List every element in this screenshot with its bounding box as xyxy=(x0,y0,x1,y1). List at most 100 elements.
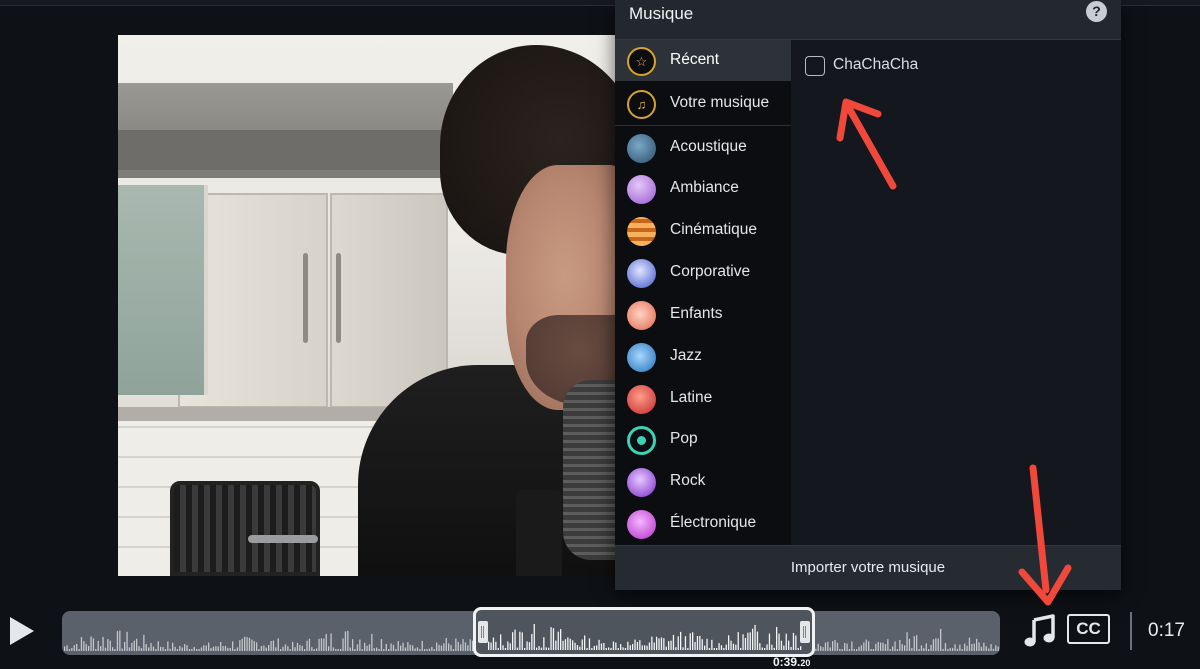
waveform-bar xyxy=(500,634,502,650)
music-note-icon[interactable] xyxy=(1023,612,1057,648)
category-item-latine[interactable]: Latine xyxy=(615,378,791,419)
waveform-bar xyxy=(414,648,416,651)
waveform-bar xyxy=(443,643,445,651)
waveform-bar xyxy=(978,642,980,651)
panel-header: Musique ? xyxy=(615,0,1121,40)
selection-end-handle[interactable] xyxy=(800,621,810,643)
waveform-bar xyxy=(258,649,260,651)
duration-label: 0:17 xyxy=(1148,620,1185,641)
waveform-bar xyxy=(359,639,361,651)
panel-title: Musique xyxy=(629,4,694,23)
waveform-bar xyxy=(956,648,959,651)
waveform-bar xyxy=(744,638,747,650)
waveform-bar xyxy=(402,642,404,651)
category-item-recent[interactable]: ☆ Récent xyxy=(615,40,791,81)
waveform-bar xyxy=(438,644,440,651)
waveform-bar xyxy=(256,642,258,651)
waveform-bar xyxy=(603,643,605,650)
waveform-bar xyxy=(457,641,459,651)
waveform-bar xyxy=(172,642,174,651)
waveform-bar xyxy=(701,639,703,650)
waveform-bar xyxy=(747,632,749,650)
waveform-bar xyxy=(689,633,691,650)
waveform-bar xyxy=(179,645,181,651)
waveform-bar xyxy=(126,631,128,651)
waveform-bar xyxy=(756,631,759,650)
waveform-bar xyxy=(260,646,263,651)
waveform-bar xyxy=(961,649,963,651)
category-item-acoustique[interactable]: Acoustique xyxy=(615,127,791,168)
waveform-bar xyxy=(320,638,323,651)
waveform-bar xyxy=(205,645,207,651)
category-label: Rock xyxy=(670,472,706,489)
waveform-bar xyxy=(658,638,660,650)
category-label: Votre musique xyxy=(670,94,770,111)
waveform-bar xyxy=(136,638,138,651)
category-item-corporative[interactable]: Corporative xyxy=(615,252,791,293)
waveform-bar xyxy=(930,644,932,651)
waveform-bar xyxy=(272,640,275,651)
category-item-rock[interactable]: Rock xyxy=(615,461,791,502)
waveform-bar xyxy=(916,635,918,651)
waveform-bar xyxy=(289,649,291,651)
video-preview[interactable] xyxy=(118,35,618,576)
waveform-bar xyxy=(150,643,152,651)
category-item-jazz[interactable]: Jazz xyxy=(615,336,791,377)
help-icon[interactable]: ? xyxy=(1086,1,1107,22)
track-checkbox[interactable] xyxy=(805,56,825,76)
waveform-bar xyxy=(212,646,215,651)
waveform-bar xyxy=(754,624,756,650)
category-item-pop[interactable]: Pop xyxy=(615,419,791,460)
waveform-bar xyxy=(708,648,711,650)
waveform-bar xyxy=(780,640,783,650)
waveform-bar xyxy=(92,638,95,651)
waveform-bar xyxy=(452,649,455,651)
waveform-bar xyxy=(445,637,447,651)
waveform-bar xyxy=(528,642,531,650)
waveform-bar xyxy=(364,642,366,651)
waveform-bar xyxy=(407,642,409,651)
waveform-bar xyxy=(143,634,145,651)
star-icon: ☆ xyxy=(627,47,656,76)
waveform-bar xyxy=(397,641,399,651)
waveform-bar xyxy=(450,645,452,651)
waveform-bar xyxy=(920,645,923,651)
waveform-bar xyxy=(220,642,222,651)
waveform-bar xyxy=(868,641,870,651)
timeline-selection[interactable] xyxy=(473,607,815,657)
import-music-button[interactable]: Importer votre musique xyxy=(615,545,1121,590)
waveform-bar xyxy=(586,648,588,650)
waveform-bar xyxy=(133,640,135,651)
waveform-bar xyxy=(502,645,504,650)
category-item-ambiance[interactable]: Ambiance xyxy=(615,168,791,209)
category-label: Latine xyxy=(670,389,713,406)
closed-captions-button[interactable]: CC xyxy=(1067,614,1110,644)
waveform-bar xyxy=(188,649,191,651)
waveform-bar xyxy=(253,641,255,651)
waveform-bar xyxy=(827,641,829,651)
waveform-bar xyxy=(342,638,344,651)
category-item-your-music[interactable]: ♫ Votre musique xyxy=(615,83,791,124)
waveform-bar xyxy=(759,643,761,650)
category-item-cinematique[interactable]: Cinématique xyxy=(615,210,791,251)
category-item-enfants[interactable]: Enfants xyxy=(615,294,791,335)
waveform-bar xyxy=(200,647,203,651)
waveform-bar xyxy=(241,638,243,651)
waveform-bar xyxy=(624,648,627,650)
category-label: Jazz xyxy=(670,347,702,364)
waveform-bar xyxy=(940,628,942,651)
waveform-bar xyxy=(167,641,169,651)
category-label: Acoustique xyxy=(670,138,747,155)
waveform-bar xyxy=(495,641,497,650)
waveform-bar xyxy=(832,641,834,651)
play-button[interactable] xyxy=(10,617,34,645)
category-item-electronique[interactable]: Électronique xyxy=(615,503,791,544)
waveform-bar xyxy=(176,649,179,651)
waveform-bar xyxy=(509,643,511,650)
waveform-bar xyxy=(490,642,492,650)
waveform-bar xyxy=(639,640,641,650)
waveform-bar xyxy=(109,640,111,651)
waveform-bar xyxy=(424,649,426,651)
waveform-bar xyxy=(995,645,997,651)
waveform-bar xyxy=(248,637,251,651)
